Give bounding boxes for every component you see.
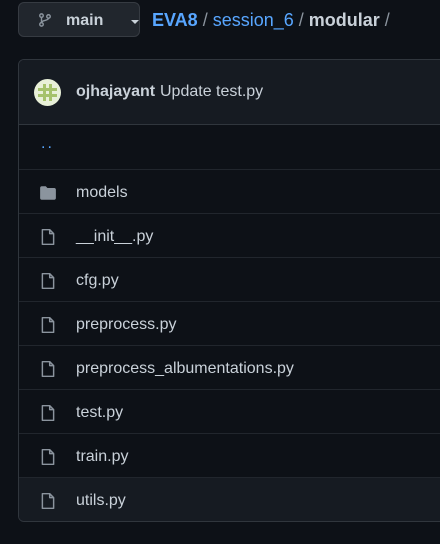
- file-icon: [41, 228, 55, 246]
- file-browser: ojhajayant Update test.py .. models __in…: [18, 59, 440, 522]
- file-name-link[interactable]: models: [76, 184, 128, 202]
- parent-directory-row[interactable]: ..: [19, 125, 440, 169]
- folder-icon: [40, 186, 56, 200]
- list-item[interactable]: models: [19, 169, 440, 213]
- file-name-link[interactable]: preprocess_albumentations.py: [76, 360, 294, 378]
- breadcrumb-repo-link[interactable]: EVA8: [152, 10, 198, 30]
- breadcrumb-folder-link[interactable]: session_6: [213, 10, 294, 30]
- breadcrumb-current: modular: [308, 10, 380, 30]
- file-icon: [41, 448, 55, 466]
- list-item[interactable]: utils.py: [19, 477, 440, 521]
- avatar[interactable]: [34, 79, 61, 106]
- branch-selector-button[interactable]: main: [18, 2, 140, 37]
- commit-message-link[interactable]: Update test.py: [160, 83, 263, 101]
- file-icon: [41, 272, 55, 290]
- file-name-link[interactable]: preprocess.py: [76, 316, 177, 334]
- list-item[interactable]: cfg.py: [19, 257, 440, 301]
- file-name-link[interactable]: test.py: [76, 404, 123, 422]
- list-item[interactable]: train.py: [19, 433, 440, 477]
- file-name-link[interactable]: utils.py: [76, 492, 126, 510]
- file-list: .. models __init__.py cfg.py preprocess.: [19, 125, 440, 521]
- list-item[interactable]: preprocess_albumentations.py: [19, 345, 440, 389]
- file-icon: [41, 404, 55, 422]
- git-branch-icon: [39, 13, 51, 27]
- list-item[interactable]: __init__.py: [19, 213, 440, 257]
- breadcrumb-separator: /: [202, 10, 208, 30]
- breadcrumb-trailing-separator: /: [384, 10, 390, 30]
- latest-commit-bar: ojhajayant Update test.py: [19, 60, 440, 125]
- parent-directory-link[interactable]: ..: [41, 135, 54, 153]
- file-icon: [41, 316, 55, 334]
- file-icon: [41, 492, 55, 510]
- breadcrumb-separator: /: [298, 10, 304, 30]
- file-name-link[interactable]: cfg.py: [76, 272, 119, 290]
- branch-name: main: [66, 12, 104, 29]
- file-name-link[interactable]: train.py: [76, 448, 128, 466]
- commit-author-link[interactable]: ojhajayant: [76, 83, 155, 101]
- file-name-link[interactable]: __init__.py: [76, 228, 153, 246]
- caret-down-icon: [131, 20, 139, 24]
- repo-header: main EVA8/session_6/modular /: [0, 0, 440, 44]
- list-item[interactable]: preprocess.py: [19, 301, 440, 345]
- breadcrumb: EVA8/session_6/modular /: [152, 10, 395, 31]
- file-icon: [41, 360, 55, 378]
- list-item[interactable]: test.py: [19, 389, 440, 433]
